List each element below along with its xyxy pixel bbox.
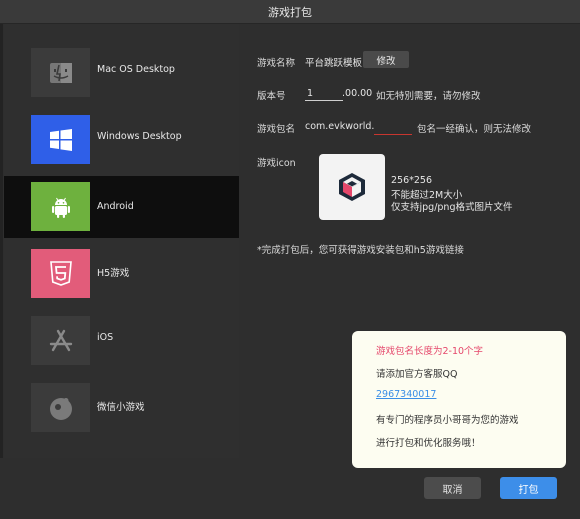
cancel-button[interactable]: 取消 <box>424 477 481 499</box>
version-suffix: .00.00 <box>342 88 373 99</box>
platform-mac[interactable]: Mac OS Desktop <box>4 46 239 108</box>
toast-line1: 请添加官方客服QQ <box>376 369 458 380</box>
game-name-label: 游戏名称 <box>257 58 296 69</box>
ios-tile <box>31 316 90 365</box>
platform-windows[interactable]: Windows Desktop <box>4 113 239 175</box>
package-hint: 包名一经确认，则无法修改 <box>417 124 532 135</box>
app-store-icon <box>49 329 72 351</box>
toast-line3: 进行打包和优化服务哦！ <box>376 438 481 449</box>
pack-button[interactable]: 打包 <box>500 477 557 499</box>
modify-name-button[interactable]: 修改 <box>363 51 409 68</box>
platform-windows-label: Windows Desktop <box>97 131 182 142</box>
platform-android-label: Android <box>97 201 134 212</box>
windows-icon <box>49 128 72 151</box>
android-tile <box>31 182 90 231</box>
left-edge <box>0 24 3 458</box>
icon-size-text: 256*256 <box>391 175 433 186</box>
version-hint: 如无特別需要，请勿修改 <box>376 91 481 102</box>
pack-dialog: 游戏打包 Mac OS Desktop Windows Desktop Andr… <box>0 0 580 519</box>
package-prefix: com.evkworld. <box>305 121 375 132</box>
dialog-title: 游戏打包 <box>268 5 312 19</box>
info-toast: 游戏包名长度为2-10个字 请添加官方客服QQ 2967340017 有专门的程… <box>352 331 566 468</box>
platform-h5[interactable]: H5游戏 <box>4 247 239 309</box>
complete-note: *完成打包后，您可获得游戏安装包和h5游戏链接 <box>257 245 464 256</box>
icon-label: 游戏icon <box>257 158 296 169</box>
platform-sidebar: Mac OS Desktop Windows Desktop Android H… <box>4 24 239 458</box>
platform-wechat-label: 微信小游戏 <box>97 402 145 413</box>
toast-error: 游戏包名长度为2-10个字 <box>376 346 484 357</box>
icon-format-text: 仅支持jpg/png格式图片文件 <box>391 202 513 213</box>
icon-upload-box[interactable] <box>319 154 385 220</box>
game-name-value: 平台跳跃模板 <box>305 58 363 69</box>
platform-android[interactable]: Android <box>4 176 239 238</box>
mac-tile <box>31 48 90 97</box>
toast-qq-link[interactable]: 2967340017 <box>376 389 436 400</box>
version-input[interactable] <box>305 86 343 101</box>
version-label: 版本号 <box>257 91 286 102</box>
package-input[interactable] <box>374 120 412 135</box>
android-icon <box>51 197 70 218</box>
platform-ios-label: iOS <box>97 332 114 343</box>
toast-line2: 有专门的程序员小哥哥为您的游戏 <box>376 415 519 426</box>
h5-tile <box>31 249 90 298</box>
html5-icon <box>49 260 72 286</box>
platform-mac-label: Mac OS Desktop <box>97 64 175 75</box>
wechat-minigame-icon <box>49 397 72 420</box>
dialog-titlebar: 游戏打包 <box>0 0 580 24</box>
platform-h5-label: H5游戏 <box>97 268 130 279</box>
package-label: 游戏包名 <box>257 124 296 135</box>
game-logo-icon <box>339 173 365 201</box>
windows-tile <box>31 115 90 164</box>
mac-finder-icon <box>49 62 72 83</box>
wechat-tile <box>31 383 90 432</box>
platform-ios[interactable]: iOS <box>4 314 239 376</box>
platform-wechat[interactable]: 微信小游戏 <box>4 381 239 443</box>
